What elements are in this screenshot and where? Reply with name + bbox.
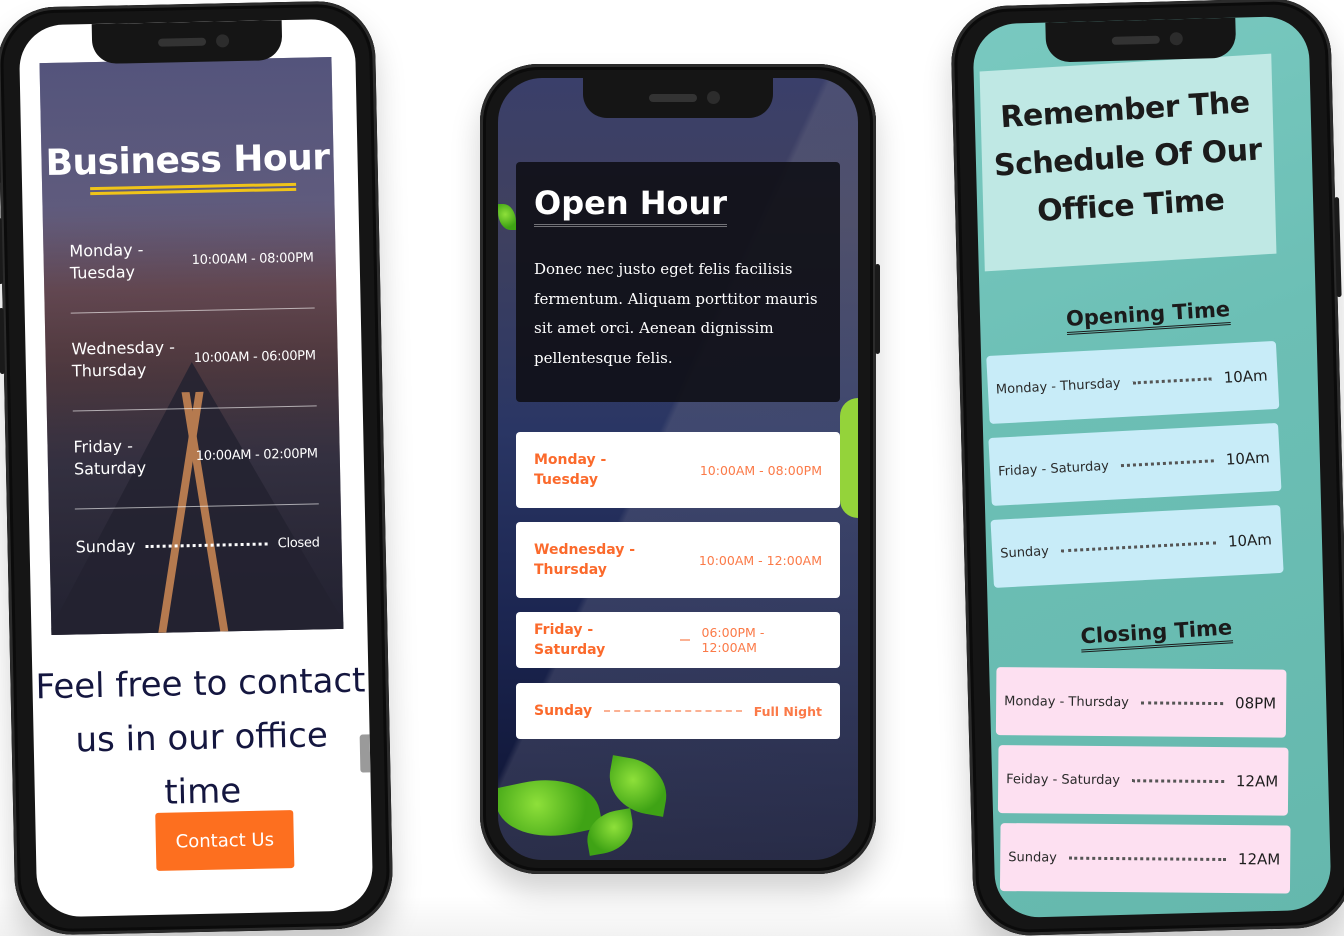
scrollbar[interactable]: [359, 734, 371, 773]
phone-screen: Remember The Schedule Of Our Office Time…: [972, 15, 1332, 919]
schedule-day: Monday - Thursday: [1004, 693, 1129, 710]
hours-row: Monday - Tuesday 10:00AM - 08:00PM: [69, 235, 314, 284]
mint-leaf-decoration: [603, 755, 673, 817]
schedule-day: Sunday: [1008, 849, 1057, 866]
phone-office-schedule: Remember The Schedule Of Our Office Time…: [949, 0, 1344, 936]
dotted-leader: [1060, 540, 1217, 552]
title-underline: [90, 182, 297, 191]
phone-business-hour: Business Hour Monday - Tuesday 10:00AM -…: [0, 0, 394, 936]
phone-screen: Open Hour Donec nec justo eget felis fac…: [498, 78, 858, 860]
camera-icon: [707, 91, 720, 104]
hours-time: 10:00AM - 12:00AM: [698, 552, 822, 568]
closing-time-heading: Closing Time: [988, 610, 1325, 654]
schedule-time: 08PM: [1234, 694, 1277, 713]
hours-day: Wednesday - Thursday: [71, 337, 176, 381]
speaker-icon: [158, 37, 207, 47]
dotted-leader: [1132, 376, 1212, 384]
road-background: [41, 358, 344, 636]
hours-row: Wednesday - Thursday 10:00AM - 12:00AM: [516, 522, 840, 598]
hours-time: 10:00AM - 02:00PM: [195, 445, 318, 464]
hours-time: 06:00PM - 12:00AM: [701, 625, 765, 655]
closing-row: Feiday - Saturday 12AM: [997, 745, 1289, 816]
opening-time-heading-text: Opening Time: [1065, 297, 1231, 336]
hours-row: Friday - Saturday 10:00AM - 02:00PM: [73, 431, 318, 480]
opening-row: Friday - Saturday 10Am: [988, 422, 1282, 506]
hours-day: Sunday: [75, 536, 136, 557]
opening-time-heading: Opening Time: [980, 292, 1317, 336]
open-hour-title: Open Hour: [534, 184, 728, 227]
schedule-time: 12AM: [1237, 850, 1281, 869]
phone-screen: Business Hour Monday - Tuesday 10:00AM -…: [18, 18, 374, 918]
business-hour-card: Business Hour Monday - Tuesday 10:00AM -…: [39, 57, 344, 636]
hours-day: Sunday: [534, 703, 593, 719]
opening-row: Sunday 10Am: [990, 504, 1284, 588]
hours-day: Monday - Tuesday: [534, 452, 607, 488]
schedule-time: 12AM: [1235, 772, 1279, 791]
side-button: [0, 307, 5, 375]
camera-icon: [1169, 32, 1183, 46]
phone-notch: [1045, 17, 1237, 63]
hours-row: Wednesday - Thursday 10:00AM - 06:00PM: [71, 333, 316, 382]
dash-separator: [604, 710, 742, 712]
dash-separator: [679, 639, 690, 641]
hours-day: Wednesday - Thursday: [534, 542, 636, 578]
contact-heading: Feel free to contact us in our office ti…: [35, 660, 366, 813]
schedule-time: 10Am: [1225, 448, 1271, 469]
phone-open-hour: Open Hour Donec nec justo eget felis fac…: [480, 64, 880, 874]
lime-slice-decoration: [840, 398, 858, 518]
phone-notch: [91, 20, 283, 65]
schedule-title: Remember The Schedule Of Our Office Time: [992, 85, 1263, 230]
hours-time: Full Night: [753, 703, 822, 719]
hours-row: Monday - Tuesday 10:00AM - 08:00PM: [516, 432, 840, 508]
dotted-leader: [145, 541, 268, 548]
open-hour-card: Open Hour Donec nec justo eget felis fac…: [516, 162, 840, 402]
hours-time: 10:00AM - 08:00PM: [191, 249, 314, 268]
open-hour-description: Donec nec justo eget felis facilisis fer…: [534, 260, 818, 367]
phone-notch: [583, 78, 773, 118]
dotted-leader: [1120, 458, 1214, 467]
leaf-decoration: [498, 204, 516, 230]
hours-row: Sunday Full Night: [516, 683, 840, 739]
schedule-day: Sunday: [999, 543, 1050, 562]
schedule-day: Friday - Saturday: [997, 458, 1110, 480]
hours-time: 10:00AM - 08:00PM: [699, 462, 822, 478]
dotted-leader: [1132, 778, 1224, 783]
speaker-icon: [649, 94, 697, 102]
hours-day: Monday - Tuesday: [69, 240, 144, 283]
hours-day: Friday - Saturday: [73, 436, 147, 479]
contact-us-button[interactable]: Contact Us: [155, 810, 295, 871]
schedule-day: Feiday - Saturday: [1006, 771, 1121, 788]
side-button: [1333, 197, 1342, 298]
dotted-leader: [1068, 856, 1226, 861]
schedule-time: 10Am: [1223, 366, 1269, 387]
speaker-icon: [1111, 35, 1160, 45]
side-button: [0, 148, 2, 185]
hours-time: 10:00AM - 06:00PM: [193, 347, 316, 366]
side-button: [875, 264, 880, 354]
opening-row: Monday - Thursday 10Am: [986, 340, 1280, 425]
camera-icon: [215, 34, 230, 48]
closing-row: Monday - Thursday 08PM: [995, 667, 1287, 738]
business-hour-title: Business Hour: [45, 137, 330, 185]
hours-row: Friday - Saturday 06:00PM - 12:00AM: [516, 612, 840, 668]
closing-row: Sunday 12AM: [999, 823, 1291, 894]
row-divider: [70, 307, 315, 314]
hours-time: Closed: [277, 534, 320, 551]
hours-day: Friday - Saturday: [534, 622, 606, 658]
schedule-day: Monday - Thursday: [995, 375, 1121, 398]
schedule-time: 10Am: [1227, 530, 1273, 551]
closing-time-heading-text: Closing Time: [1079, 615, 1233, 653]
side-button: [0, 217, 4, 285]
dotted-leader: [1140, 700, 1224, 705]
